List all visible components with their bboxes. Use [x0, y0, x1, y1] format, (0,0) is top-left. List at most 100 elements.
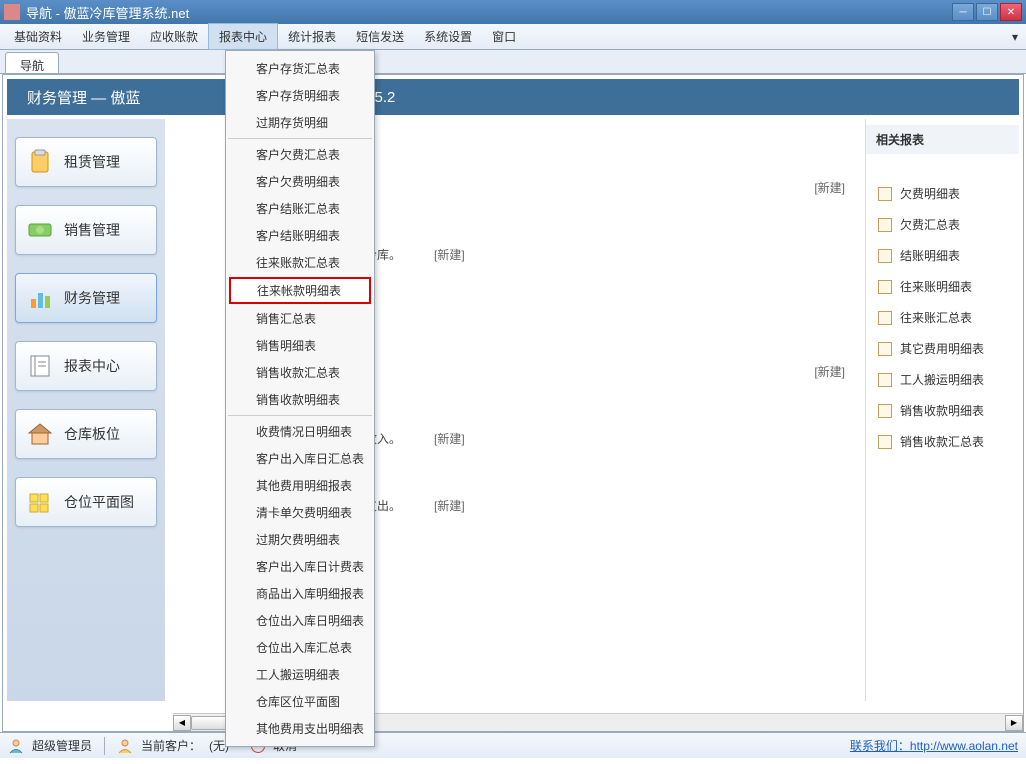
house-icon: [26, 420, 54, 448]
reports-dropdown: 客户存货汇总表客户存货明细表过期存货明细客户欠费汇总表客户欠费明细表客户结账汇总…: [225, 50, 375, 747]
sidebar-item-reports[interactable]: 报表中心: [15, 341, 157, 391]
dropdown-item[interactable]: 收费情况日明细表: [228, 418, 372, 445]
tabstrip: 导航: [0, 50, 1026, 74]
report-label: 销售收款明细表: [900, 402, 984, 419]
menu-overflow-icon[interactable]: ▾: [1008, 30, 1022, 44]
sidebar-item-finance[interactable]: 财务管理: [15, 273, 157, 323]
right-panel-title: 相关报表: [866, 125, 1019, 154]
dropdown-item[interactable]: 客户结账明细表: [228, 222, 372, 249]
tab-nav[interactable]: 导航: [5, 52, 59, 73]
report-link[interactable]: 工人搬运明细表: [866, 364, 1019, 395]
status-user: 超级管理员: [32, 737, 92, 754]
report-label: 销售收款汇总表: [900, 433, 984, 450]
dropdown-item[interactable]: 过期存货明细: [228, 109, 372, 136]
dropdown-item[interactable]: 客户欠费明细表: [228, 168, 372, 195]
report-label: 其它费用明细表: [900, 340, 984, 357]
menu-receivable[interactable]: 应收账款: [140, 24, 208, 49]
body-row: 租赁管理 销售管理 财务管理 报表中心 仓库板位 仓位平面图: [7, 119, 1019, 701]
statusbar: 超级管理员 当前客户： (无) ✕ 取消 联系我们：http://www.aol…: [0, 732, 1026, 758]
report-icon: [26, 352, 54, 380]
report-link[interactable]: 结账明细表: [866, 240, 1019, 271]
clipboard-icon: [26, 148, 54, 176]
menubar: 基础资料 业务管理 应收账款 报表中心 统计报表 短信发送 系统设置 窗口 ▾: [0, 24, 1026, 50]
report-link[interactable]: 欠费明细表: [866, 178, 1019, 209]
menu-business[interactable]: 业务管理: [72, 24, 140, 49]
new-link[interactable]: [新建]: [434, 246, 465, 263]
menu-window[interactable]: 窗口: [482, 24, 526, 49]
scroll-left-button[interactable]: ◀: [173, 715, 191, 731]
sidebar-item-label: 仓库板位: [64, 424, 120, 444]
report-link[interactable]: 往来账明细表: [866, 271, 1019, 302]
report-link[interactable]: 往来账汇总表: [866, 302, 1019, 333]
dropdown-item[interactable]: 清卡单欠费明细表: [228, 499, 372, 526]
dropdown-item[interactable]: 往来帐款明细表: [229, 277, 371, 304]
dropdown-item[interactable]: 销售汇总表: [228, 305, 372, 332]
menu-basic[interactable]: 基础资料: [4, 24, 72, 49]
menu-reports[interactable]: 报表中心: [208, 23, 278, 50]
banner-title: 财务管理 ― 傲蓝: [27, 87, 140, 108]
doc-icon: [878, 435, 892, 449]
dropdown-item[interactable]: 仓位出入库汇总表: [228, 634, 372, 661]
titlebar: 导航 - 傲蓝冷库管理系统.net ─ ☐ ✕: [0, 0, 1026, 24]
sidebar-item-label: 仓位平面图: [64, 492, 134, 512]
new-link[interactable]: [新建]: [814, 363, 845, 380]
money-icon: [26, 216, 54, 244]
report-label: 往来账汇总表: [900, 309, 972, 326]
contact-link[interactable]: 联系我们：http://www.aolan.net: [850, 737, 1018, 754]
dropdown-item[interactable]: 销售收款汇总表: [228, 359, 372, 386]
new-link[interactable]: [新建]: [814, 179, 845, 196]
dropdown-item[interactable]: 过期欠费明细表: [228, 526, 372, 553]
menu-settings[interactable]: 系统设置: [414, 24, 482, 49]
dropdown-item[interactable]: 客户出入库日汇总表: [228, 445, 372, 472]
doc-icon: [878, 311, 892, 325]
dropdown-item[interactable]: 工人搬运明细表: [228, 661, 372, 688]
sidebar-item-label: 财务管理: [64, 288, 120, 308]
dropdown-item[interactable]: 其他费用明细报表: [228, 472, 372, 499]
report-link[interactable]: 其它费用明细表: [866, 333, 1019, 364]
report-link[interactable]: 欠费汇总表: [866, 209, 1019, 240]
dropdown-item[interactable]: 往来账款汇总表: [228, 249, 372, 276]
dropdown-item[interactable]: 商品出入库明细报表: [228, 580, 372, 607]
dropdown-item[interactable]: 客户欠费汇总表: [228, 141, 372, 168]
report-link[interactable]: 销售收款汇总表: [866, 426, 1019, 457]
content-area: 财务管理 ― 傲蓝 v5.2 租赁管理 销售管理 财务管理 报表中心: [2, 74, 1024, 732]
right-panel: 相关报表 欠费明细表欠费汇总表结账明细表往来账明细表往来账汇总表其它费用明细表工…: [865, 119, 1019, 701]
report-label: 结账明细表: [900, 247, 960, 264]
sidebar-item-layout[interactable]: 仓位平面图: [15, 477, 157, 527]
doc-icon: [878, 249, 892, 263]
sidebar-item-warehouse[interactable]: 仓库板位: [15, 409, 157, 459]
dropdown-item[interactable]: 销售收款明细表: [228, 386, 372, 413]
dropdown-item[interactable]: 客户出入库日计费表: [228, 553, 372, 580]
doc-icon: [878, 187, 892, 201]
dropdown-item[interactable]: 仓库区位平面图: [228, 688, 372, 715]
minimize-button[interactable]: ─: [952, 3, 974, 21]
new-link[interactable]: [新建]: [434, 430, 465, 447]
window-title: 导航 - 傲蓝冷库管理系统.net: [26, 3, 952, 22]
user-icon: [8, 738, 24, 754]
dropdown-item[interactable]: 客户存货汇总表: [228, 55, 372, 82]
sidebar-item-label: 销售管理: [64, 220, 120, 240]
doc-icon: [878, 342, 892, 356]
report-label: 工人搬运明细表: [900, 371, 984, 388]
dropdown-item[interactable]: 其他费用支出明细表: [228, 715, 372, 742]
close-button[interactable]: ✕: [1000, 3, 1022, 21]
doc-icon: [878, 404, 892, 418]
separator: [104, 737, 105, 755]
report-label: 欠费汇总表: [900, 216, 960, 233]
app-icon: [4, 4, 20, 20]
sidebar-item-sales[interactable]: 销售管理: [15, 205, 157, 255]
sidebar-item-rental[interactable]: 租赁管理: [15, 137, 157, 187]
dropdown-item[interactable]: 客户结账汇总表: [228, 195, 372, 222]
scroll-right-button[interactable]: ▶: [1005, 715, 1023, 731]
header-banner: 财务管理 ― 傲蓝 v5.2: [7, 79, 1019, 115]
menu-stats[interactable]: 统计报表: [278, 24, 346, 49]
dropdown-item[interactable]: 仓位出入库日明细表: [228, 607, 372, 634]
maximize-button[interactable]: ☐: [976, 3, 998, 21]
sidebar-item-label: 报表中心: [64, 356, 120, 376]
dropdown-item[interactable]: 销售明细表: [228, 332, 372, 359]
new-link[interactable]: [新建]: [434, 497, 465, 514]
dropdown-item[interactable]: 客户存货明细表: [228, 82, 372, 109]
doc-icon: [878, 373, 892, 387]
menu-sms[interactable]: 短信发送: [346, 24, 414, 49]
report-link[interactable]: 销售收款明细表: [866, 395, 1019, 426]
